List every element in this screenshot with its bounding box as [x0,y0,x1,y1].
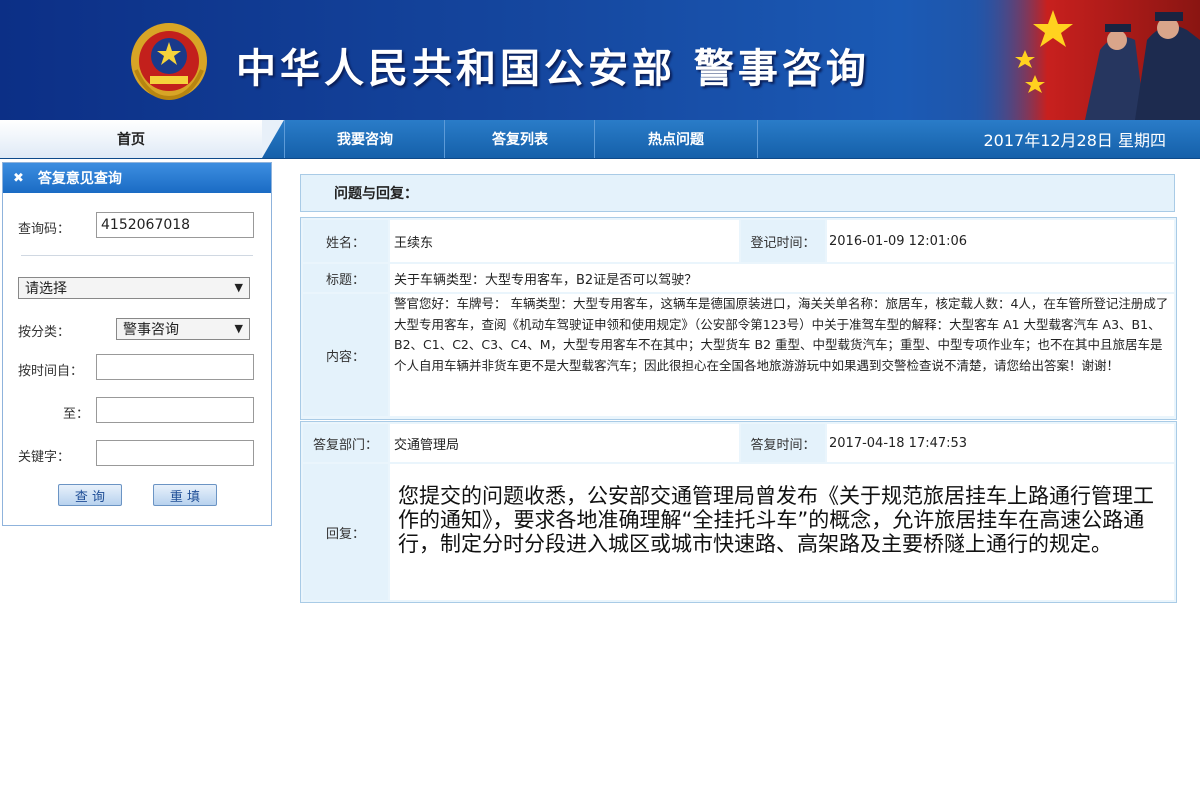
time-to-input[interactable] [96,397,254,423]
flag-image [965,0,1200,120]
time-from-label: 按时间自： [18,364,84,379]
time-to-label: 至： [63,407,90,422]
reg-time-value: 2016-01-09 12:01:06 [827,220,1174,262]
name-value: 王续东 [390,220,739,262]
chevron-down-icon: ▼ [234,322,243,335]
keyword-input[interactable] [96,440,254,466]
qa-section-title: 问题与回复： [300,174,1175,212]
nav-reply-list[interactable]: 答复列表 [444,120,595,158]
search-button[interactable]: 查 询 [58,484,122,506]
dept-value: 交通管理局 [390,424,739,462]
content-value: 警官您好：车牌号： 车辆类型：大型专用客车，这辆车是德国原装进口，海关关单名称：… [390,294,1174,416]
code-label: 查询码： [18,222,71,237]
category-label: 按分类： [18,325,71,340]
expand-icon: ✖ [13,170,24,186]
type-select[interactable]: 请选择 ▼ [18,277,250,299]
chevron-down-icon: ▼ [234,281,243,294]
content-label: 内容： [303,294,388,416]
reply-label: 回复： [303,464,388,600]
type-select-value: 请选择 [25,281,67,297]
query-panel-header: ✖ 答复意见查询 [3,163,271,193]
reset-button[interactable]: 重 填 [153,484,217,506]
reply-table: 答复部门： 交通管理局 答复时间： 2017-04-18 17:47:53 回复… [300,421,1177,603]
divider [21,255,253,256]
question-table: 姓名： 王续东 登记时间： 2016-01-09 12:01:06 标题： 关于… [300,217,1177,420]
subject-value: 关于车辆类型：大型专用客车，B2证是否可以驾驶？ [390,264,1174,292]
keyword-label: 关键字： [18,450,71,465]
subject-label: 标题： [303,264,388,292]
current-date: 2017年12月28日 星期四 [757,120,1200,158]
name-label: 姓名： [303,220,388,262]
nav-hot-questions[interactable]: 热点问题 [594,120,757,158]
nav-consult[interactable]: 我要咨询 [284,120,445,158]
nav-home[interactable]: 首页 [0,120,284,158]
query-panel: ✖ 答复意见查询 查询码： 4152067018 请选择 ▼ 按分类： 警事咨询… [2,162,272,526]
time-from-input[interactable] [96,354,254,380]
query-code-input[interactable]: 4152067018 [96,212,254,238]
site-title: 中华人民共和国公安部 警事咨询 [236,46,870,92]
main-nav: 首页 我要咨询 答复列表 热点问题 2017年12月28日 星期四 [0,120,1200,159]
reply-time-value: 2017-04-18 17:47:53 [827,424,1174,462]
police-emblem-icon [131,23,207,101]
reply-time-label: 答复时间： [741,424,825,462]
category-select[interactable]: 警事咨询 ▼ [116,318,250,340]
query-panel-title: 答复意见查询 [37,171,122,187]
reply-value: 您提交的问题收悉，公安部交通管理局曾发布《关于规范旅居挂车上路通行管理工作的通知… [390,464,1174,600]
dept-label: 答复部门： [303,424,388,462]
reg-time-label: 登记时间： [741,220,825,262]
header-banner: 中华人民共和国公安部 警事咨询 [0,0,1200,120]
category-select-value: 警事咨询 [123,322,179,338]
